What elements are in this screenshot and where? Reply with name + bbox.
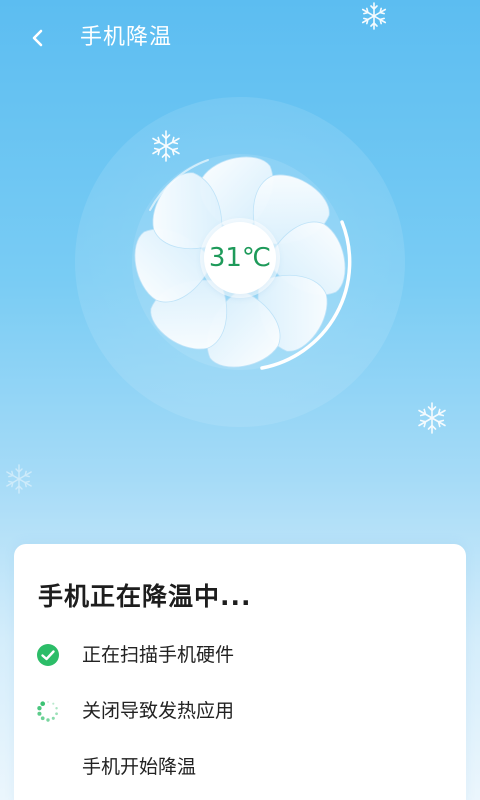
temperature-display: 31℃ <box>204 222 276 294</box>
spinner-dot <box>55 712 58 716</box>
step-scan-hardware: 正在扫描手机硬件 <box>34 640 454 670</box>
check-circle-icon <box>37 644 59 666</box>
step-label: 正在扫描手机硬件 <box>82 644 235 666</box>
step-label: 关闭导致发热应用 <box>82 700 235 722</box>
spinner-dot <box>47 701 49 703</box>
step-start-cooling: 手机开始降温 <box>34 752 454 782</box>
loading-spinner-icon <box>37 701 58 722</box>
spinner-dot <box>40 716 45 721</box>
spinner-dot <box>51 716 55 720</box>
spinner-dot <box>52 702 55 705</box>
cooling-status-card: 手机正在降温中... 正在扫描手机硬件 关闭导致发热应用 手机开始降温 <box>14 544 466 800</box>
spinner-dot <box>37 706 42 711</box>
spinner-dot <box>40 701 46 707</box>
spinner-dot <box>46 718 50 722</box>
step-label: 手机开始降温 <box>82 756 197 778</box>
step-close-hot-apps: 关闭导致发热应用 <box>34 696 454 726</box>
cooling-status-title: 手机正在降温中... <box>38 582 252 611</box>
spinner-dot <box>37 711 42 716</box>
spinner-dot <box>55 707 58 710</box>
